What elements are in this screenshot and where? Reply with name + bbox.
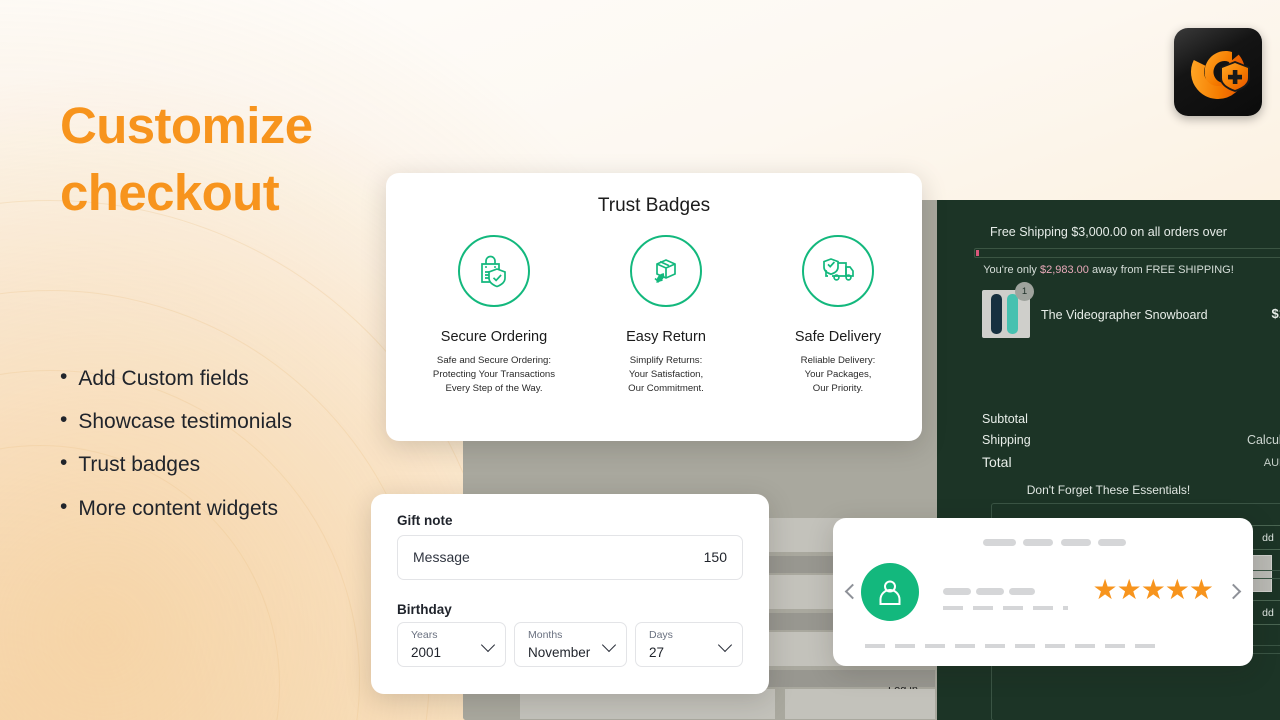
app-logo <box>1174 28 1262 116</box>
total-label: Total <box>982 454 1012 470</box>
message-placeholder: Message <box>413 549 470 565</box>
desc-line: Reliable Delivery: <box>800 355 876 366</box>
character-counter: 150 <box>703 549 727 565</box>
summary-label: Subtotal <box>982 412 1028 426</box>
badge-circle <box>630 235 702 307</box>
placeholder-block <box>785 689 935 719</box>
cart-item-quantity-badge: 1 <box>1015 282 1034 301</box>
list-item: • More content widgets <box>60 494 420 521</box>
badge-title: Secure Ordering <box>440 329 548 345</box>
desc-line: Your Satisfaction, <box>628 368 704 380</box>
skeleton-bar <box>976 588 1004 595</box>
gift-note-label: Gift note <box>397 513 453 528</box>
logo-c-shield-icon <box>1191 45 1250 99</box>
person-icon <box>879 580 901 605</box>
skeleton-bar <box>983 539 1016 546</box>
summary-label: Shipping <box>982 433 1031 447</box>
total-currency: AUD <box>1263 457 1280 469</box>
badge-description: Simplify Returns: Your Satisfaction, Our… <box>586 354 746 396</box>
birthday-label: Birthday <box>397 602 452 617</box>
select-label: Days <box>649 629 673 641</box>
summary-row-subtotal: Subtotal$1 <box>982 412 1280 426</box>
desc-line: Your Packages, <box>804 368 872 380</box>
select-value: November <box>528 645 591 660</box>
select-label: Months <box>528 629 563 641</box>
shield-truck-icon <box>823 258 854 281</box>
free-shipping-progress-bar <box>974 248 1280 258</box>
birthday-month-select[interactable]: Months November <box>514 622 627 667</box>
skeleton-bar <box>1098 539 1126 546</box>
carousel-prev-arrow-icon[interactable] <box>844 583 861 600</box>
desc-line: Our Priority. <box>812 382 864 394</box>
headline-line-1: Customize <box>60 97 313 154</box>
bullet-dot-icon: • <box>60 451 68 475</box>
chevron-down-icon <box>601 637 617 653</box>
carousel-next-arrow-icon[interactable] <box>1225 583 1242 600</box>
summary-row-total: TotalAUD$17 <box>982 454 1280 470</box>
bullet-dot-icon: • <box>60 408 68 432</box>
list-item: • Add Custom fields <box>60 365 420 391</box>
skeleton-dashed-row <box>865 644 1165 648</box>
skeleton-bar <box>1061 539 1091 546</box>
rating-stars: ★★★★★ <box>1092 574 1214 605</box>
chevron-down-icon <box>717 637 733 653</box>
progress-prefix: You're only <box>983 264 1040 276</box>
list-item-label: Add Custom fields <box>78 367 249 390</box>
skeleton-dashed-row <box>943 606 1068 610</box>
testimonial-card: ★★★★★ <box>833 518 1253 666</box>
badge-description: Reliable Delivery: Your Packages, Our Pr… <box>758 354 918 396</box>
card-title: Trust Badges <box>597 195 711 216</box>
gift-note-card: Gift note Message 150 Birthday Years 200… <box>371 494 769 694</box>
avatar <box>861 563 919 621</box>
skeleton-bar <box>943 588 971 595</box>
trust-badge-item: Secure Ordering Safe and Secure Ordering… <box>414 235 574 396</box>
trust-badge-item: Easy Return Simplify Returns: Your Satis… <box>586 235 746 396</box>
list-item-label: Trust badges <box>78 453 201 477</box>
select-value: 27 <box>649 645 665 660</box>
birthday-year-select[interactable]: Years 2001 <box>397 622 506 667</box>
progress-amount: $2,983.00 <box>1039 264 1089 276</box>
trust-badges-card: Trust Badges Secure Ordering Safe and Se… <box>386 173 922 441</box>
badge-title: Easy Return <box>626 329 706 345</box>
progress-suffix: away from FREE SHIPPING! <box>1088 264 1234 276</box>
list-item-label: More content widgets <box>78 496 278 520</box>
desc-line: Simplify Returns: <box>629 355 703 366</box>
free-shipping-progress-text: You're only $2,983.00 away from FREE SHI… <box>937 264 1280 276</box>
desc-line: Safe and Secure Ordering: <box>436 355 552 366</box>
free-shipping-header: Free Shipping $3,000.00 on all orders ov… <box>990 225 1227 239</box>
skeleton-bar <box>1009 588 1035 595</box>
list-item: • Showcase testimonials <box>60 409 420 434</box>
gift-message-input[interactable]: Message 150 <box>397 535 743 580</box>
cart-item-price: $1 <box>1271 306 1280 321</box>
feature-list: • Add Custom fields • Showcase testimonial… <box>60 365 420 539</box>
chevron-down-icon <box>480 637 496 653</box>
cart-item-name: The Videographer Snowboard <box>1041 308 1208 322</box>
desc-line: Protecting Your Transactions <box>432 368 556 380</box>
essentials-header: Don't Forget These Essentials! <box>1026 483 1191 497</box>
desc-line: Every Step of the Way. <box>445 382 543 394</box>
badge-title: Safe Delivery <box>794 329 882 345</box>
return-box-icon <box>654 259 676 283</box>
badge-circle <box>802 235 874 307</box>
badge-circle <box>458 235 530 307</box>
select-label: Years <box>411 629 438 641</box>
bullet-dot-icon: • <box>60 365 68 388</box>
badge-description: Safe and Secure Ordering: Protecting You… <box>414 354 574 396</box>
trust-badge-item: Safe Delivery Reliable Delivery: Your Pa… <box>758 235 918 396</box>
bullet-dot-icon: • <box>60 494 68 518</box>
birthday-day-select[interactable]: Days 27 <box>635 622 743 667</box>
skeleton-bar <box>1023 539 1053 546</box>
desc-line: Our Commitment. <box>628 382 704 394</box>
list-item: • Trust badges <box>60 452 420 477</box>
summary-value: Calculated at next <box>1246 433 1280 447</box>
select-value: 2001 <box>411 645 442 660</box>
list-item-label: Showcase testimonials <box>78 410 292 434</box>
summary-row-shipping: Shipping Calculated at next <box>982 433 1280 447</box>
secure-bag-shield-icon <box>481 255 506 288</box>
